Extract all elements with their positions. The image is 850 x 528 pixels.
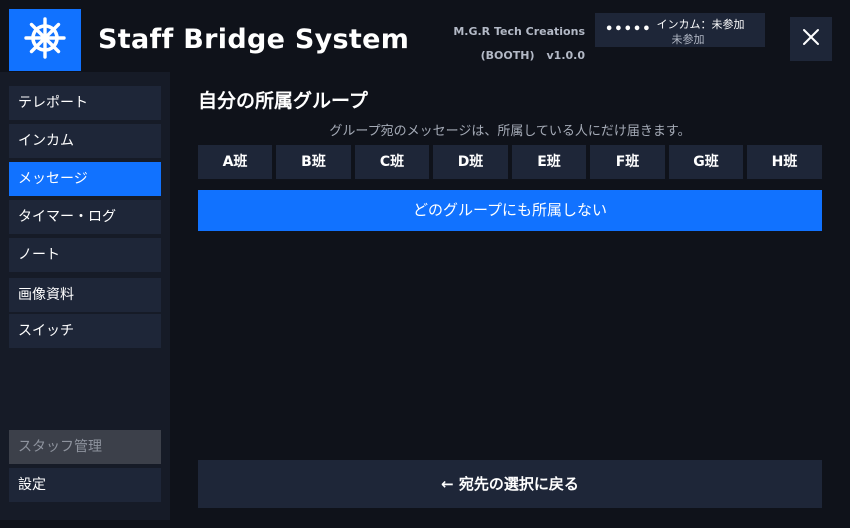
app-logo [9,9,81,71]
sidebar-item-switch[interactable]: スイッチ [9,314,161,348]
intercom-status[interactable]: ••••• インカム：未参加 未参加 [595,13,765,47]
group-button-h[interactable]: H班 [747,145,822,179]
group-button-e[interactable]: E班 [512,145,586,179]
ship-wheel-icon [24,17,66,63]
sidebar-item-images[interactable]: 画像資料 [9,278,161,312]
no-group-button[interactable]: どのグループにも所属しない [198,190,822,231]
group-button-g[interactable]: G班 [669,145,743,179]
close-button[interactable] [790,17,832,61]
sidebar-item-note[interactable]: ノート [9,238,161,272]
group-button-f[interactable]: F班 [590,145,665,179]
sidebar-item-timer-log[interactable]: タイマー・ログ [9,200,161,234]
sidebar-item-settings[interactable]: 設定 [9,468,161,502]
group-button-a[interactable]: A班 [198,145,272,179]
group-button-c[interactable]: C班 [355,145,429,179]
sidebar-item-message[interactable]: メッセージ [9,162,161,196]
page-title: 自分の所属グループ [198,90,368,112]
sidebar-item-staff-management[interactable]: スタッフ管理 [9,430,161,464]
main-panel: 自分の所属グループ グループ宛のメッセージは、所属している人にだけ届きます。 A… [170,72,850,528]
sidebar-item-intercom[interactable]: インカム [9,124,161,158]
group-hint-text: グループ宛のメッセージは、所属している人にだけ届きます。 [329,124,691,139]
header-bar: Staff Bridge System M.G.R Tech Creations… [0,0,850,72]
close-icon [802,28,820,50]
back-to-recipient-button[interactable]: ← 宛先の選択に戻る [198,460,822,508]
intercom-status-label: インカム：未参加 [656,18,745,31]
sidebar: テレポート インカム メッセージ タイマー・ログ ノート 画像資料 スイッチ ス… [0,72,170,520]
group-button-d[interactable]: D班 [433,145,508,179]
credit-author: M.G.R Tech Creations [453,25,585,38]
intercom-status-sub: 未参加 [671,33,705,46]
group-button-b[interactable]: B班 [276,145,351,179]
version-label: v1.0.0 [546,49,586,62]
sidebar-item-teleport[interactable]: テレポート [9,86,161,120]
credit-info: M.G.R Tech Creations (BOOTH) v1.0.0 [440,20,585,68]
app-title: Staff Bridge System [98,24,410,55]
credit-booth: (BOOTH) [480,49,535,62]
